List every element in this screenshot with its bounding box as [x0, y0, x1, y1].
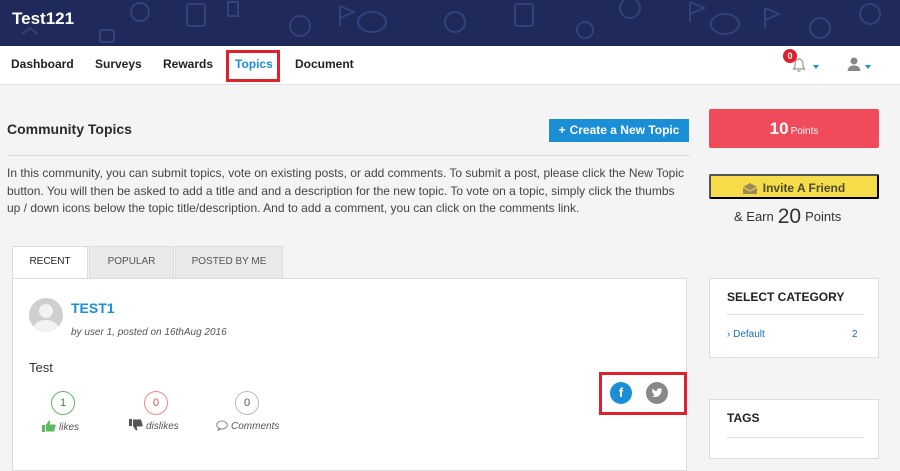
topic-post: TEST1 by user 1, posted on 16thAug 2016 … — [12, 278, 687, 471]
category-item-label: Default — [733, 329, 765, 340]
points-label: Points — [790, 126, 819, 137]
earn-prefix: & Earn — [734, 209, 774, 224]
points-value: 10 — [769, 119, 789, 138]
topics-highlight-box — [226, 50, 280, 82]
nav-rewards[interactable]: Rewards — [163, 57, 213, 71]
create-topic-button[interactable]: + Create a New Topic — [549, 119, 689, 142]
earn-suffix: Points — [805, 209, 842, 224]
intro-text: In this community, you can submit topics… — [7, 166, 684, 215]
earn-points-text: & Earn 20 Points — [734, 205, 841, 229]
create-topic-label: Create a New Topic — [569, 123, 680, 137]
nav-document[interactable]: Document — [295, 57, 354, 71]
user-icon[interactable] — [846, 56, 862, 72]
points-box: 10 Points — [709, 109, 879, 148]
tab-popular[interactable]: POPULAR — [89, 246, 174, 279]
thumbs-down-icon — [129, 419, 143, 431]
notifications-caret-icon[interactable] — [813, 65, 819, 69]
tags-title: TAGS — [727, 411, 760, 425]
header-pattern — [21, 0, 881, 43]
post-meta: by user 1, posted on 16thAug 2016 — [71, 327, 227, 338]
avatar — [29, 298, 63, 332]
category-item-count: 2 — [852, 329, 858, 340]
comments-label: Comments — [231, 421, 280, 432]
category-rule — [727, 314, 863, 315]
main-content: Community Topics + Create a New Topic In … — [0, 85, 690, 471]
likes-count: 1 — [51, 391, 75, 415]
dislike-button[interactable]: dislikes — [129, 419, 179, 432]
tab-posted-by-me[interactable]: POSTED BY ME — [175, 246, 283, 279]
comments-link[interactable]: Comments — [216, 420, 279, 432]
like-button[interactable]: likes — [42, 420, 79, 433]
facebook-share-icon[interactable]: f — [610, 382, 632, 404]
nav-dashboard[interactable]: Dashboard — [11, 57, 74, 71]
tags-card: TAGS — [709, 399, 879, 459]
twitter-bird-icon — [651, 388, 663, 398]
invite-friend-label: Invite A Friend — [762, 181, 846, 195]
category-title: SELECT CATEGORY — [727, 290, 845, 304]
brand-title[interactable]: Test121 — [12, 9, 74, 29]
plus-icon: + — [558, 123, 566, 137]
thumbs-up-icon — [42, 420, 56, 432]
main-nav: Dashboard Surveys Rewards Topics Documen… — [0, 46, 900, 85]
category-item-default[interactable]: › Default — [727, 329, 765, 340]
category-card: SELECT CATEGORY › Default 2 — [709, 278, 879, 358]
likes-label: likes — [59, 422, 80, 433]
tags-rule — [727, 437, 863, 438]
dislikes-count: 0 — [144, 391, 168, 415]
dislikes-label: dislikes — [146, 421, 179, 432]
tab-recent[interactable]: RECENT — [12, 246, 88, 279]
avatar-placeholder-icon — [32, 304, 60, 332]
post-body: Test — [29, 360, 53, 375]
page-title: Community Topics — [7, 121, 132, 137]
title-divider — [7, 155, 690, 156]
earn-value: 20 — [777, 205, 802, 228]
twitter-share-icon[interactable] — [646, 382, 668, 404]
comment-icon — [216, 420, 228, 432]
notification-badge: 0 — [783, 49, 797, 63]
envelope-icon — [742, 183, 758, 194]
user-menu-caret-icon[interactable] — [865, 65, 871, 69]
comments-count: 0 — [235, 391, 259, 415]
top-header: Test121 — [0, 0, 900, 46]
post-title[interactable]: TEST1 — [71, 300, 115, 316]
nav-surveys[interactable]: Surveys — [95, 57, 142, 71]
invite-friend-button[interactable]: Invite A Friend — [709, 174, 879, 199]
